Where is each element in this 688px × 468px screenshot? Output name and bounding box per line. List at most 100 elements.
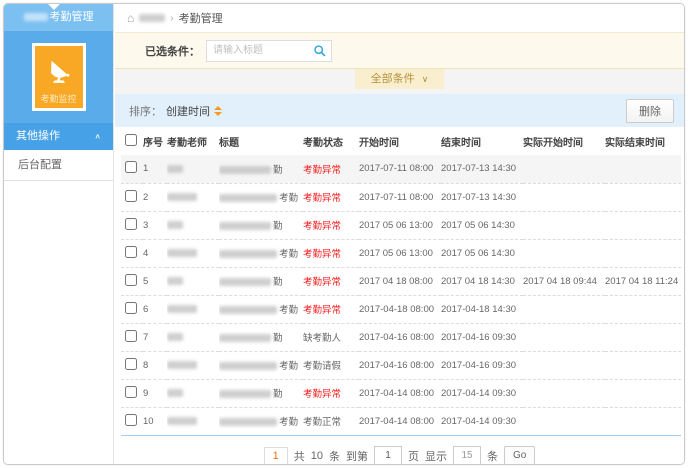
redacted-text (219, 418, 277, 426)
cell-actual-start-time (523, 295, 605, 323)
title-suffix: 考勤 (279, 193, 298, 204)
row-checkbox-cell (121, 211, 143, 239)
title-suffix: 考勤 (279, 417, 298, 428)
sort-field-created-time[interactable]: 创建时间 (166, 103, 210, 119)
cell-teacher (167, 379, 219, 407)
title-suffix: 勤 (273, 221, 283, 232)
cell-actual-end-time (605, 323, 681, 351)
row-checkbox[interactable] (125, 358, 137, 370)
filter-label: 已选条件： (145, 43, 200, 59)
redacted-text (219, 390, 271, 398)
sidebar-section-other-ops[interactable]: 其他操作 ∧ (4, 123, 113, 150)
cell-teacher (167, 295, 219, 323)
sidebar-section-label: 其他操作 (16, 123, 60, 150)
row-checkbox-cell (121, 267, 143, 295)
table-row: 2 考勤 考勤异常 2017-07-11 08:00 2017-07-13 14… (121, 183, 681, 211)
cell-index: 3 (143, 211, 167, 239)
search-box (206, 40, 332, 62)
sort-direction-icon[interactable] (214, 106, 222, 116)
redacted-text (219, 306, 277, 314)
row-checkbox-cell (121, 323, 143, 351)
cell-start-time: 2017-04-16 08:00 (359, 323, 441, 351)
select-all-checkbox[interactable] (125, 134, 137, 146)
column-header: 实际结束时间 (605, 127, 681, 155)
cell-end-time: 2017-04-14 09:30 (441, 379, 523, 407)
redacted-text (24, 13, 48, 21)
table-header-row: 序号考勤老师标题考勤状态开始时间结束时间实际开始时间实际结束时间 (121, 127, 681, 155)
cell-title: 考勤 (219, 407, 303, 435)
column-header: 序号 (143, 127, 167, 155)
cell-actual-end-time (605, 211, 681, 239)
title-suffix: 考勤 (279, 361, 298, 372)
cell-start-time: 2017 04 18 08:00 (359, 267, 441, 295)
row-checkbox[interactable] (125, 302, 137, 314)
cell-index: 5 (143, 267, 167, 295)
module-tile-frame[interactable]: 考勤监控 (32, 43, 86, 111)
magnifier-icon[interactable] (313, 44, 327, 58)
table-row: 7 勤 缺考勤人 2017-04-16 08:00 2017-04-16 09:… (121, 323, 681, 351)
row-checkbox[interactable] (125, 161, 137, 173)
sidebar-module-area: 考勤监控 (4, 31, 113, 123)
cell-actual-start-time (523, 183, 605, 211)
cell-actual-end-time (605, 239, 681, 267)
cell-index: 8 (143, 351, 167, 379)
row-checkbox-cell (121, 295, 143, 323)
cell-teacher (167, 183, 219, 211)
row-checkbox[interactable] (125, 218, 137, 230)
row-checkbox[interactable] (125, 274, 137, 286)
total-suffix: 条 (329, 448, 340, 464)
cell-actual-end-time (605, 379, 681, 407)
page-number-input[interactable] (374, 446, 402, 466)
all-conditions-tab[interactable]: 全部条件 ∨ (355, 69, 445, 89)
delete-button[interactable]: 删除 (626, 99, 674, 123)
cell-end-time: 2017-04-14 09:30 (441, 407, 523, 435)
table-row: 9 勤 考勤异常 2017-04-14 08:00 2017-04-14 09:… (121, 379, 681, 407)
column-header: 考勤状态 (303, 127, 359, 155)
total-prefix: 共 (294, 448, 305, 464)
cell-index: 1 (143, 155, 167, 183)
redacted-text (167, 221, 183, 229)
redacted-text (219, 334, 271, 342)
all-conditions-label: 全部条件 (371, 73, 415, 85)
home-icon[interactable]: ⌂ (127, 11, 134, 25)
go-button[interactable]: Go (504, 446, 535, 465)
satellite-dish-icon (44, 56, 74, 86)
row-checkbox[interactable] (125, 330, 137, 342)
row-checkbox-cell (121, 155, 143, 183)
pagination: 1 共 10 条 到第 页 显示 条 Go (115, 439, 684, 466)
current-page-button[interactable]: 1 (264, 447, 288, 465)
column-header: 开始时间 (359, 127, 441, 155)
column-header: 结束时间 (441, 127, 523, 155)
app-window: 考勤管理 考勤监控 (3, 3, 685, 465)
show-label: 显示 (425, 448, 447, 464)
breadcrumb-separator: › (170, 13, 173, 24)
cell-status: 考勤异常 (303, 155, 359, 183)
column-header: 实际开始时间 (523, 127, 605, 155)
table-row: 3 勤 考勤异常 2017 05 06 13:00 2017 05 06 14:… (121, 211, 681, 239)
module-tile-label: 考勤监控 (40, 92, 76, 105)
sidebar-menu: 后台配置 (4, 150, 113, 181)
redacted-text (167, 361, 197, 369)
cell-end-time: 2017-07-13 14:30 (441, 183, 523, 211)
title-suffix: 勤 (273, 165, 283, 176)
cell-actual-start-time (523, 155, 605, 183)
cell-end-time: 2017-04-16 09:30 (441, 323, 523, 351)
row-checkbox[interactable] (125, 414, 137, 426)
redacted-text (167, 389, 183, 397)
row-checkbox[interactable] (125, 246, 137, 258)
row-checkbox[interactable] (125, 190, 137, 202)
cell-index: 7 (143, 323, 167, 351)
redacted-text (139, 14, 165, 22)
cell-start-time: 2017 05 06 13:00 (359, 211, 441, 239)
row-checkbox[interactable] (125, 386, 137, 398)
cell-actual-start-time (523, 351, 605, 379)
module-tile-attendance-monitor[interactable]: 考勤监控 (35, 46, 83, 108)
redacted-text (167, 249, 197, 257)
cell-title: 考勤 (219, 239, 303, 267)
page: 考勤管理 考勤监控 (0, 0, 688, 468)
breadcrumb: ⌂ › 考勤管理 (115, 4, 684, 32)
table-body: 1 勤 考勤异常 2017-07-11 08:00 2017-07-13 14:… (121, 155, 681, 435)
sidebar-item-backend-config[interactable]: 后台配置 (4, 150, 113, 180)
cell-title: 考勤 (219, 351, 303, 379)
page-size-input[interactable] (453, 446, 481, 466)
